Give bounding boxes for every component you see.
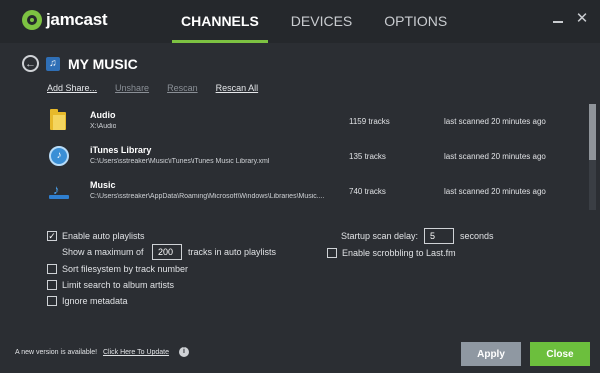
ignore-metadata-checkbox[interactable] bbox=[47, 296, 57, 306]
logo-text: jamcast bbox=[46, 10, 108, 29]
update-notice: A new version is available! bbox=[15, 349, 98, 356]
last-scanned: last scanned 20 minutes ago bbox=[444, 187, 546, 196]
list-item[interactable]: ♪ Music C:\Users\sstreaker\AppData\Roami… bbox=[34, 174, 587, 209]
main-nav: CHANNELS DEVICES OPTIONS bbox=[172, 0, 470, 43]
list-scrollbar[interactable] bbox=[589, 104, 596, 210]
library-path: X:\Audio bbox=[90, 123, 117, 130]
top-bar: jamcast CHANNELS DEVICES OPTIONS ✕ bbox=[0, 0, 600, 43]
list-item[interactable]: Audio X:\Audio 1159 tracks last scanned … bbox=[34, 104, 587, 139]
music-library-icon: ♪ bbox=[48, 180, 69, 202]
minimize-icon[interactable] bbox=[551, 12, 565, 26]
library-path: C:\Users\sstreaker\AppData\Roaming\Micro… bbox=[90, 193, 325, 200]
library-list: Audio X:\Audio 1159 tracks last scanned … bbox=[34, 104, 587, 210]
startup-delay-suffix: seconds bbox=[460, 231, 494, 241]
startup-delay-input[interactable]: 5 bbox=[424, 228, 454, 244]
music-note-icon: ♫ bbox=[46, 56, 60, 71]
info-icon[interactable]: i bbox=[179, 347, 189, 357]
limit-search-label: Limit search to album artists bbox=[62, 280, 175, 290]
rescan-all-link[interactable]: Rescan All bbox=[216, 83, 259, 93]
app-logo: jamcast bbox=[22, 10, 108, 30]
track-count: 740 tracks bbox=[349, 187, 386, 196]
close-button[interactable]: Close bbox=[530, 342, 590, 366]
unshare-link[interactable]: Unshare bbox=[115, 83, 149, 93]
scrobbling-label: Enable scrobbling to Last.fm bbox=[342, 248, 456, 258]
folder-icon bbox=[48, 109, 68, 132]
update-link[interactable]: Click Here To Update bbox=[103, 349, 169, 356]
enable-auto-playlists-checkbox[interactable]: ✓ bbox=[47, 231, 57, 241]
library-name: iTunes Library bbox=[90, 145, 152, 155]
back-arrow-icon[interactable]: ← bbox=[22, 55, 39, 72]
footer-bar: A new version is available! Click Here T… bbox=[0, 333, 600, 373]
sort-filesystem-checkbox[interactable] bbox=[47, 264, 57, 274]
scroll-thumb[interactable] bbox=[589, 104, 596, 160]
max-tracks-prefix: Show a maximum of bbox=[62, 247, 144, 257]
jamcast-logo-icon bbox=[22, 10, 42, 30]
tab-devices[interactable]: DEVICES bbox=[282, 0, 361, 43]
library-name: Audio bbox=[90, 110, 116, 120]
scrobbling-checkbox[interactable] bbox=[327, 248, 337, 258]
page-title: MY MUSIC bbox=[68, 55, 138, 72]
close-icon[interactable]: ✕ bbox=[575, 11, 589, 26]
max-tracks-suffix: tracks in auto playlists bbox=[188, 247, 277, 257]
page-header: ← ♫ MY MUSIC bbox=[22, 55, 138, 72]
library-path: C:\Users\sstreaker\Music\iTunes\iTunes M… bbox=[90, 158, 270, 165]
sort-filesystem-label: Sort filesystem by track number bbox=[62, 264, 189, 274]
limit-search-checkbox[interactable] bbox=[47, 280, 57, 290]
track-count: 135 tracks bbox=[349, 152, 386, 161]
enable-auto-playlists-label: Enable auto playlists bbox=[62, 231, 145, 241]
tab-channels[interactable]: CHANNELS bbox=[172, 0, 268, 43]
share-actions: Add Share... Unshare Rescan Rescan All bbox=[47, 83, 276, 93]
ignore-metadata-label: Ignore metadata bbox=[62, 296, 128, 306]
library-name: Music bbox=[90, 180, 116, 190]
itunes-icon: ♪ bbox=[48, 145, 69, 167]
last-scanned: last scanned 20 minutes ago bbox=[444, 152, 546, 161]
add-share-link[interactable]: Add Share... bbox=[47, 83, 97, 93]
last-scanned: last scanned 20 minutes ago bbox=[444, 117, 546, 126]
startup-delay-label: Startup scan delay: bbox=[341, 231, 419, 241]
tab-options[interactable]: OPTIONS bbox=[375, 0, 456, 43]
list-item[interactable]: ♪ iTunes Library C:\Users\sstreaker\Musi… bbox=[34, 139, 587, 174]
track-count: 1159 tracks bbox=[349, 117, 390, 126]
rescan-link[interactable]: Rescan bbox=[167, 83, 198, 93]
apply-button[interactable]: Apply bbox=[461, 342, 521, 366]
max-tracks-input[interactable]: 200 bbox=[152, 244, 182, 260]
